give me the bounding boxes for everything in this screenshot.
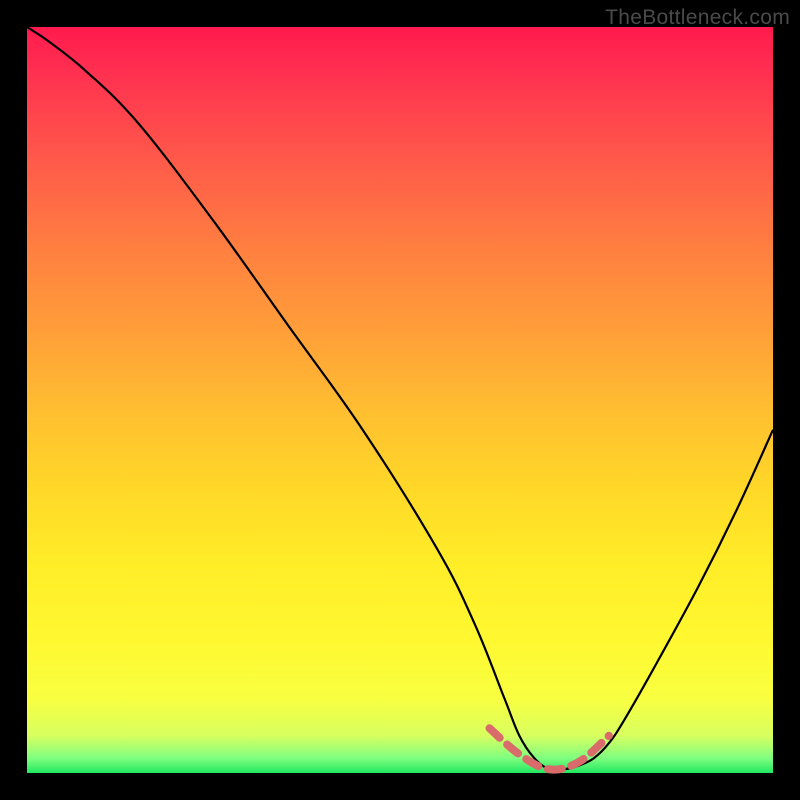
curve-overlay	[27, 27, 773, 773]
watermark-text: TheBottleneck.com	[605, 6, 790, 30]
highlight-dash	[490, 728, 609, 769]
chart-container: TheBottleneck.com	[0, 0, 800, 800]
bottleneck-curve	[27, 27, 773, 770]
